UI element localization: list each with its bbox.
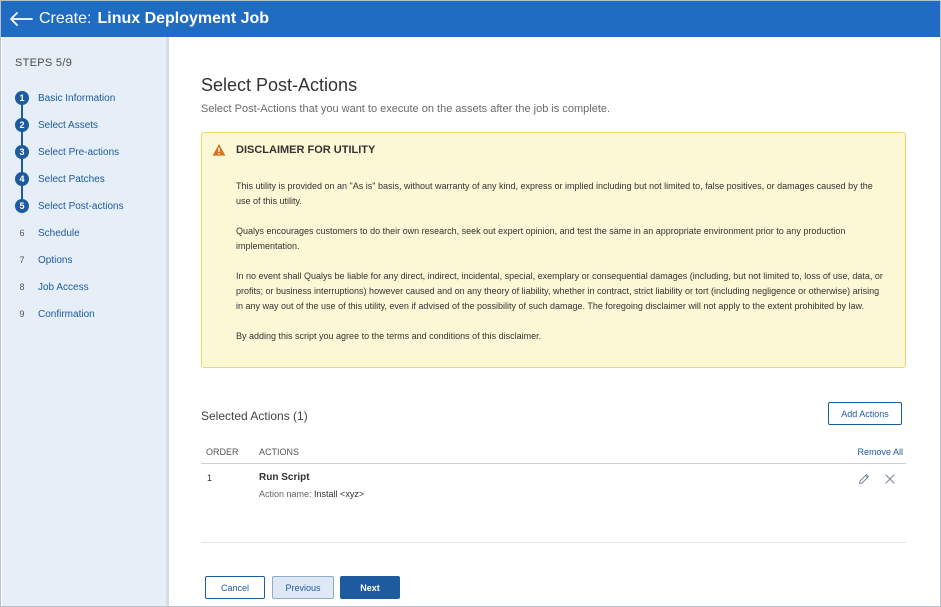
steps-progress-label: STEPS 5/9 [15, 57, 73, 69]
step-confirmation[interactable]: 9 Confirmation [15, 305, 95, 323]
row-action-type: Run Script [259, 472, 310, 483]
add-actions-button[interactable]: Add Actions [828, 402, 902, 425]
step-select-patches[interactable]: 4 Select Patches [15, 170, 105, 188]
main-content: Select Post-Actions Select Post-Actions … [171, 37, 940, 606]
step-number: 5 [15, 199, 29, 213]
disclaimer-paragraph: In no event shall Qualys be liable for a… [236, 271, 883, 311]
step-options[interactable]: 7 Options [15, 251, 72, 269]
header-bar: Create: Linux Deployment Job [1, 1, 940, 37]
disclaimer-paragraph: By adding this script you agree to the t… [236, 331, 542, 341]
step-basic-information[interactable]: 1 Basic Information [15, 89, 115, 107]
step-label: Schedule [38, 227, 80, 239]
column-header-order: ORDER [206, 447, 239, 457]
remove-all-link[interactable]: Remove All [857, 447, 903, 457]
step-number: 8 [19, 282, 25, 292]
step-select-pre-actions[interactable]: 3 Select Pre-actions [15, 143, 119, 161]
selected-actions-title: Selected Actions (1) [201, 409, 308, 423]
step-label: Select Post-actions [38, 200, 124, 212]
remove-close-icon[interactable] [883, 472, 897, 486]
header-job-name: Linux Deployment Job [97, 10, 270, 27]
step-label: Select Patches [38, 173, 105, 185]
previous-button[interactable]: Previous [272, 576, 334, 599]
disclaimer-paragraph: Qualys encourages customers to do their … [236, 226, 846, 251]
step-number: 2 [15, 118, 29, 132]
app-window: Create: Linux Deployment Job STEPS 5/9 1… [0, 0, 941, 607]
back-arrow-icon[interactable] [8, 9, 34, 29]
disclaimer-box: DISCLAIMER FOR UTILITY This utility is p… [201, 132, 906, 368]
step-number: 1 [15, 91, 29, 105]
step-number: 9 [19, 309, 25, 319]
disclaimer-body: This utility is provided on an "As is" b… [236, 179, 886, 359]
page-header-title: Create: Linux Deployment Job [39, 10, 269, 28]
step-schedule[interactable]: 6 Schedule [15, 224, 80, 242]
step-job-access[interactable]: 8 Job Access [15, 278, 89, 296]
disclaimer-title: DISCLAIMER FOR UTILITY [236, 144, 376, 156]
edit-pencil-icon[interactable] [857, 472, 871, 486]
disclaimer-paragraph: This utility is provided on an "As is" b… [236, 181, 873, 206]
step-select-assets[interactable]: 2 Select Assets [15, 116, 98, 134]
steps-sidebar: STEPS 5/9 1 Basic Information 2 Select A… [2, 37, 169, 606]
step-label: Select Assets [38, 119, 99, 131]
step-number: 3 [15, 145, 29, 159]
header-prefix: Create: [39, 10, 92, 27]
column-header-actions: ACTIONS [259, 447, 300, 457]
action-name-value: Install <xyz> [314, 489, 365, 499]
step-select-post-actions[interactable]: 5 Select Post-actions [15, 197, 124, 215]
page-subtitle: Select Post-Actions that you want to exe… [201, 103, 611, 115]
warning-icon [212, 143, 226, 157]
step-label: Basic Information [38, 92, 116, 104]
action-name-label: Action name: [259, 489, 312, 499]
step-number: 6 [19, 228, 25, 238]
cancel-button[interactable]: Cancel [205, 576, 265, 599]
page-title: Select Post-Actions [201, 75, 358, 95]
row-order: 1 [207, 473, 213, 483]
step-number: 7 [19, 255, 25, 265]
table-row: 1 Run Script Action name: Install <xyz> [201, 465, 906, 543]
step-label: Options [38, 254, 73, 266]
next-button[interactable]: Next [340, 576, 400, 599]
step-number: 4 [15, 172, 29, 186]
step-label: Select Pre-actions [38, 146, 120, 158]
step-label: Confirmation [38, 308, 95, 320]
row-action-name: Action name: Install <xyz> [259, 489, 364, 499]
actions-table-header: ORDER ACTIONS Remove All [201, 440, 906, 464]
step-label: Job Access [38, 281, 89, 293]
